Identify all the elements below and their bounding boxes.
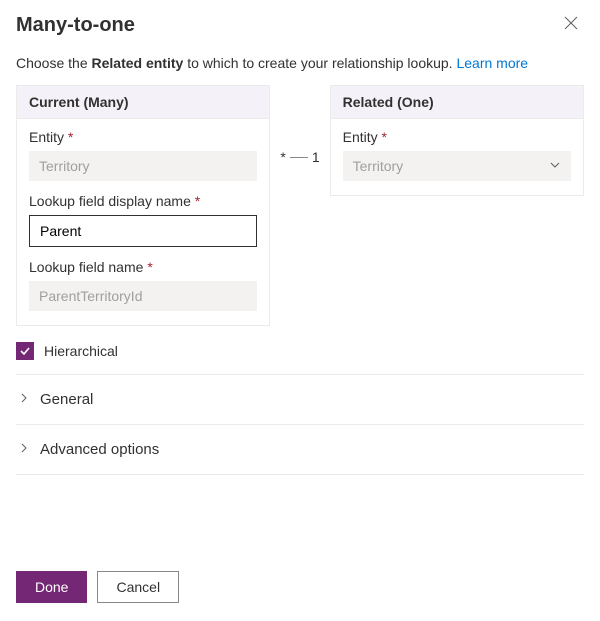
done-button[interactable]: Done [16, 571, 87, 603]
related-entity-label: Entity * [343, 129, 571, 145]
section-advanced-label: Advanced options [40, 441, 159, 458]
hierarchical-label: Hierarchical [44, 343, 118, 359]
desc-rest: to which to create your relationship loo… [183, 55, 456, 71]
chevron-down-icon [549, 158, 561, 174]
relationship-connector: * 1 [270, 137, 329, 177]
related-entity-select[interactable]: Territory [343, 151, 571, 181]
chevron-right-icon [18, 391, 30, 408]
related-entity-value: Territory [353, 158, 404, 174]
section-advanced[interactable]: Advanced options [16, 425, 584, 475]
section-general[interactable]: General [16, 375, 584, 425]
current-entity-label: Entity * [29, 129, 257, 145]
cancel-button[interactable]: Cancel [97, 571, 179, 603]
section-general-label: General [40, 391, 93, 408]
current-entity-value: Territory [29, 151, 257, 181]
learn-more-link[interactable]: Learn more [456, 55, 528, 71]
page-title: Many-to-one [16, 14, 135, 37]
current-heading: Current (Many) [17, 86, 269, 119]
hierarchical-checkbox[interactable] [16, 342, 34, 360]
display-name-label: Lookup field display name * [29, 193, 257, 209]
related-heading: Related (One) [331, 86, 583, 119]
close-icon[interactable] [558, 14, 584, 36]
description-text: Choose the Related entity to which to cr… [16, 55, 584, 71]
lookup-name-value: ParentTerritoryId [29, 281, 257, 311]
current-card: Current (Many) Entity * Territory Lookup… [16, 85, 270, 326]
cardinality-one: 1 [312, 149, 320, 165]
display-name-input[interactable] [29, 215, 257, 247]
cardinality-many: * [280, 149, 285, 165]
related-card: Related (One) Entity * Territory [330, 85, 584, 196]
lookup-name-label: Lookup field name * [29, 259, 257, 275]
chevron-right-icon [18, 441, 30, 458]
connector-line [290, 157, 308, 158]
desc-prefix: Choose the [16, 55, 92, 71]
desc-bold: Related entity [92, 55, 184, 71]
